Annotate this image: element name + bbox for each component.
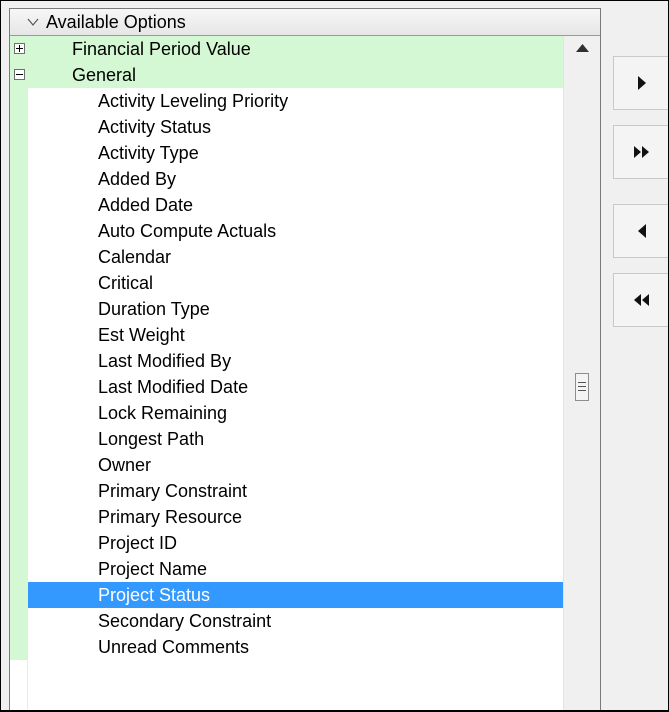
move-all-right-button[interactable]	[613, 125, 668, 179]
double-arrow-left-icon	[633, 294, 649, 306]
vertical-scrollbar[interactable]	[563, 36, 600, 710]
tree-item[interactable]: Auto Compute Actuals	[10, 218, 600, 244]
options-window: Available Options Financial Period Value…	[0, 0, 669, 712]
tree-item-label: Last Modified Date	[98, 377, 249, 397]
arrow-left-icon	[637, 224, 646, 238]
tree-item-label: Unread Comments	[98, 637, 250, 657]
scrollbar-thumb[interactable]	[575, 373, 589, 401]
tree-item-gutter	[10, 530, 27, 556]
tree-item-label: Activity Type	[98, 143, 199, 163]
tree-item[interactable]: Unread Comments	[10, 634, 600, 660]
tree-item-gutter	[10, 270, 27, 296]
tree-item-gutter	[10, 192, 27, 218]
options-tree: Financial Period Value General Activity …	[10, 36, 600, 710]
tree-item[interactable]: Primary Resource	[10, 504, 600, 530]
tree-item-label: Duration Type	[98, 299, 210, 319]
tree-item-gutter	[10, 634, 27, 660]
tree-item-gutter	[10, 140, 27, 166]
move-buttons-column	[613, 1, 668, 710]
minus-box-icon[interactable]	[14, 69, 25, 80]
tree-item[interactable]: Critical	[10, 270, 600, 296]
tree-item[interactable]: Activity Leveling Priority	[10, 88, 600, 114]
available-options-header[interactable]: Available Options	[10, 9, 600, 36]
tree-item-gutter	[10, 452, 27, 478]
tree-item-gutter	[10, 322, 27, 348]
tree-item-label: Activity Leveling Priority	[98, 91, 289, 111]
tree-item-gutter	[10, 400, 27, 426]
tree-item[interactable]: Primary Constraint	[10, 478, 600, 504]
tree-item-label: Owner	[98, 455, 152, 475]
tree-item-gutter	[10, 88, 27, 114]
tree-item-gutter	[10, 114, 27, 140]
arrow-right-icon	[637, 76, 646, 90]
tree-item[interactable]: Project Name	[10, 556, 600, 582]
tree-item-label: Est Weight	[98, 325, 185, 345]
tree-item[interactable]: Activity Status	[10, 114, 600, 140]
tree-item-label: Primary Constraint	[98, 481, 248, 501]
move-selected-left-button[interactable]	[613, 204, 668, 258]
tree-group-label: Financial Period Value	[72, 39, 251, 59]
double-arrow-right-icon	[633, 146, 649, 158]
tree-item-label: Added Date	[98, 195, 194, 215]
tree-item[interactable]: Owner	[10, 452, 600, 478]
tree-item-label: Critical	[98, 273, 154, 293]
tree-item-label: Project Name	[98, 559, 208, 579]
tree-item-gutter	[10, 244, 27, 270]
tree-item-label: Auto Compute Actuals	[98, 221, 277, 241]
tree-item-gutter	[10, 374, 27, 400]
scrollbar-grip-icon	[578, 386, 586, 387]
tree-item-gutter	[10, 166, 27, 192]
scroll-up-arrow-icon	[576, 44, 589, 52]
tree-item-selected[interactable]: Project Status	[10, 582, 600, 608]
chevron-down-icon	[27, 18, 39, 26]
tree-group-financial-period-value[interactable]: Financial Period Value	[10, 36, 600, 62]
tree-item-label: Last Modified By	[98, 351, 232, 371]
move-all-left-button[interactable]	[613, 273, 668, 327]
tree-item-gutter	[10, 504, 27, 530]
tree-group-general[interactable]: General	[10, 62, 600, 88]
tree-item[interactable]: Calendar	[10, 244, 600, 270]
tree-item[interactable]: Activity Type	[10, 140, 600, 166]
panel-header-title: Available Options	[46, 11, 186, 32]
tree-item[interactable]: Est Weight	[10, 322, 600, 348]
tree-item[interactable]: Longest Path	[10, 426, 600, 452]
tree-item[interactable]: Added By	[10, 166, 600, 192]
tree-item-label: Longest Path	[98, 429, 205, 449]
tree-item[interactable]: Lock Remaining	[10, 400, 600, 426]
tree-item[interactable]: Duration Type	[10, 296, 600, 322]
tree-item[interactable]: Last Modified By	[10, 348, 600, 374]
tree-item-label: Project Status	[98, 585, 211, 605]
tree-item-gutter	[10, 426, 27, 452]
tree-item-label: Calendar	[98, 247, 172, 267]
plus-box-icon[interactable]	[14, 43, 25, 54]
move-selected-right-button[interactable]	[613, 56, 668, 110]
tree-item[interactable]: Secondary Constraint	[10, 608, 600, 634]
tree-item-label: Project ID	[98, 533, 178, 553]
tree-item-label: Secondary Constraint	[98, 611, 272, 631]
tree-item-gutter	[10, 348, 27, 374]
tree-item-label: Activity Status	[98, 117, 212, 137]
tree-item-label: Primary Resource	[98, 507, 243, 527]
tree-item-label: Added By	[98, 169, 177, 189]
available-options-panel: Available Options Financial Period Value…	[9, 8, 601, 710]
scrollbar-grip-icon	[578, 390, 586, 391]
tree-item-gutter	[10, 296, 27, 322]
tree-group-label: General	[72, 65, 137, 85]
scrollbar-grip-icon	[578, 382, 586, 383]
tree-item[interactable]: Project ID	[10, 530, 600, 556]
tree-item-gutter	[10, 218, 27, 244]
tree-item[interactable]: Last Modified Date	[10, 374, 600, 400]
tree-gutter	[27, 63, 28, 710]
tree-item-label: Lock Remaining	[98, 403, 228, 423]
tree-item-gutter	[10, 478, 27, 504]
tree-item[interactable]: Added Date	[10, 192, 600, 218]
scroll-up-button[interactable]	[564, 36, 600, 60]
tree-item-gutter	[10, 608, 27, 634]
tree-item-gutter	[10, 556, 27, 582]
tree-item-gutter	[10, 582, 27, 608]
